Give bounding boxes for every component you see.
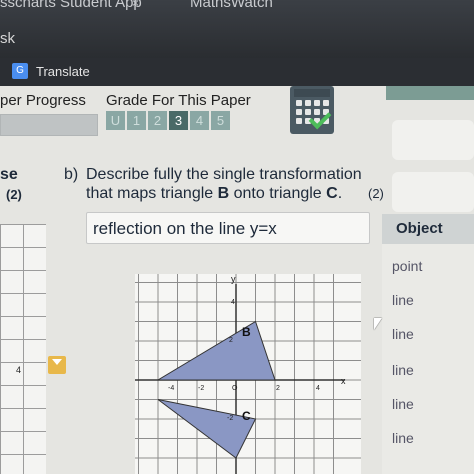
right-panel-box[interactable] (392, 120, 474, 160)
right-panel-box[interactable] (392, 172, 474, 212)
address-prefix[interactable]: sk (0, 30, 15, 47)
tick-label-y-4: 4 (231, 299, 235, 306)
triangle-b-label: B (242, 325, 251, 339)
hourglass-icon[interactable] (48, 356, 66, 374)
paper-progress-bar (0, 114, 98, 136)
worksheet-page: per Progress Grade For This Paper U 1 2 … (0, 86, 474, 474)
grade-cell-3[interactable]: 3 (169, 111, 188, 130)
side-table-cell[interactable]: line (392, 362, 472, 378)
tab-title[interactable]: sscharts Student App (0, 0, 142, 11)
left-axis-label: 4 (16, 365, 22, 375)
side-table-cell[interactable]: line (392, 396, 472, 412)
coordinate-grid: x y B C -4 -2 O 2 4 4 2 -2 (135, 274, 361, 474)
side-table-header: Object (382, 214, 474, 244)
origin-label: O (232, 385, 238, 392)
left-grid (0, 224, 46, 474)
tick-label-x-2: 2 (276, 385, 280, 392)
question-line-2: that maps triangle B onto triangle C. (86, 185, 343, 202)
tab-second-title[interactable]: MathsWatch (190, 0, 273, 11)
side-table-cell[interactable]: line (392, 326, 472, 342)
bookmark-bar: G Translate (0, 58, 474, 86)
side-table-cell[interactable]: line (392, 430, 472, 446)
browser-tab-bar: sscharts Student App × MathsWatch sk (0, 0, 474, 58)
grade-cell-5[interactable]: 5 (211, 111, 230, 130)
paper-progress-label: per Progress (0, 92, 86, 109)
question-part: b) (64, 166, 79, 183)
answer-input[interactable]: reflection on the line y=x (86, 212, 370, 244)
grade-label: Grade For This Paper (106, 92, 251, 109)
grade-cell-4[interactable]: 4 (190, 111, 209, 130)
tick-label-y-2: 2 (229, 337, 233, 344)
question-marks: (2) (368, 186, 384, 201)
side-table-cell[interactable]: line (392, 292, 472, 308)
left-question-marks: (2) (6, 187, 22, 202)
tick-label-x-neg4: -4 (168, 385, 174, 392)
calculator-icon[interactable] (290, 86, 334, 134)
grade-selector: U 1 2 3 4 5 (106, 111, 232, 130)
translate-bookmark[interactable]: Translate (36, 64, 90, 79)
side-table-cell[interactable]: point (392, 258, 472, 274)
translate-icon[interactable]: G (12, 63, 28, 79)
tick-label-y-neg2: -2 (227, 415, 233, 422)
x-axis-label: x (341, 376, 346, 386)
grade-cell-2[interactable]: 2 (148, 111, 167, 130)
triangle-c-label: C (242, 409, 251, 423)
y-axis-label: y (231, 274, 236, 284)
left-question-label: se (0, 166, 18, 183)
tick-label-x-neg2: -2 (198, 385, 204, 392)
right-header-bar (386, 86, 474, 100)
tick-label-x-4: 4 (316, 385, 320, 392)
question-line-1: Describe fully the single transformation (86, 166, 362, 183)
grade-cell-1[interactable]: 1 (127, 111, 146, 130)
mouse-cursor-icon (374, 318, 382, 330)
grade-cell-u[interactable]: U (106, 111, 125, 130)
tab-close-icon[interactable]: × (132, 0, 139, 10)
